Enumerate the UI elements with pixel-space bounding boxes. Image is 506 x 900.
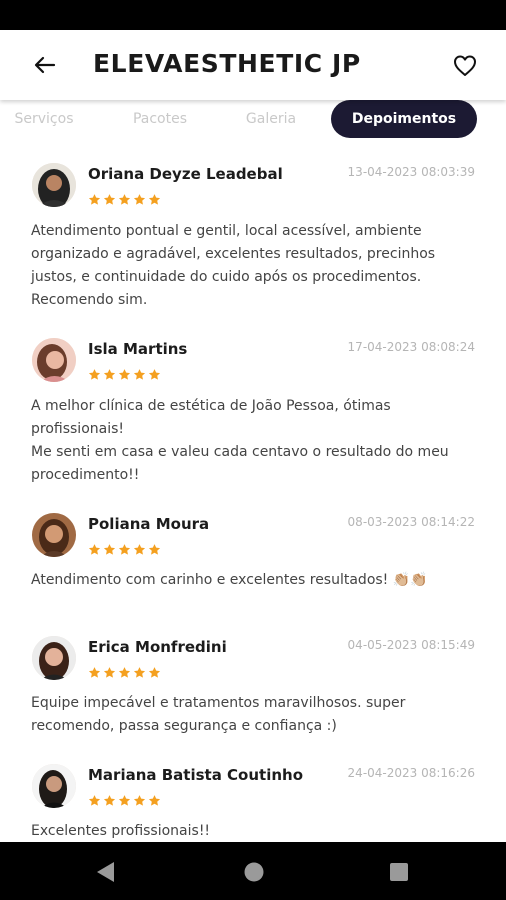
star-icon — [148, 544, 161, 555]
star-icon — [148, 795, 161, 806]
star-icon — [133, 795, 146, 806]
star-icon — [148, 667, 161, 678]
star-icon — [118, 544, 131, 555]
tab-bar: Serviços Pacotes Galeria Depoimentos — [0, 96, 506, 140]
app-header: ELEVAESTHETIC JP — [0, 30, 506, 100]
heart-outline-icon[interactable] — [450, 50, 480, 80]
circle-home-icon[interactable] — [241, 859, 267, 885]
reviewer-name: Oriana Deyze Leadebal — [88, 165, 283, 183]
review-text: Equipe impecável e tratamentos maravilho… — [31, 695, 406, 734]
star-icon — [88, 544, 101, 555]
reviewer-name: Erica Monfredini — [88, 638, 227, 656]
star-icon — [103, 667, 116, 678]
review-date: 08-03-2023 08:14:22 — [347, 515, 475, 529]
star-icon — [133, 194, 146, 205]
star-icon — [88, 369, 101, 380]
avatar — [32, 636, 76, 680]
status-bar — [0, 0, 506, 30]
review-text: Atendimento com carinho e excelentes res… — [31, 572, 428, 588]
star-icon — [118, 795, 131, 806]
triangle-back-icon[interactable] — [93, 859, 119, 885]
avatar — [32, 338, 76, 382]
reviewer-name: Poliana Moura — [88, 515, 210, 533]
review-date: 24-04-2023 08:16:26 — [347, 766, 475, 780]
star-icon — [88, 194, 101, 205]
square-recents-icon[interactable] — [386, 859, 412, 885]
review-date: 13-04-2023 08:03:39 — [347, 165, 475, 179]
review-date: 17-04-2023 08:08:24 — [347, 340, 475, 354]
review-date: 04-05-2023 08:15:49 — [347, 638, 475, 652]
star-icon — [103, 194, 116, 205]
rating-stars — [88, 794, 161, 808]
review-text: Excelentes profissionais!! — [31, 823, 211, 839]
avatar — [32, 764, 76, 808]
review-text: Atendimento pontual e gentil, local aces… — [31, 223, 436, 308]
tab-galeria[interactable]: Galeria — [228, 100, 314, 138]
star-icon — [133, 667, 146, 678]
rating-stars — [88, 193, 161, 207]
star-icon — [103, 369, 116, 380]
app-title: ELEVAESTHETIC JP — [93, 49, 361, 78]
tab-pacotes[interactable]: Pacotes — [113, 100, 207, 138]
avatar — [32, 513, 76, 557]
star-icon — [103, 795, 116, 806]
review-text: A melhor clínica de estética de João Pes… — [31, 398, 449, 483]
reviewer-name: Mariana Batista Coutinho — [88, 766, 304, 784]
star-icon — [103, 544, 116, 555]
reviewer-name: Isla Martins — [88, 340, 188, 358]
star-icon — [88, 667, 101, 678]
star-icon — [148, 369, 161, 380]
star-icon — [148, 194, 161, 205]
star-icon — [133, 544, 146, 555]
rating-stars — [88, 368, 161, 382]
tab-depoimentos[interactable]: Depoimentos — [331, 100, 477, 138]
star-icon — [133, 369, 146, 380]
rating-stars — [88, 666, 161, 680]
star-icon — [118, 667, 131, 678]
system-nav-bar — [0, 842, 506, 900]
avatar — [32, 163, 76, 207]
star-icon — [118, 194, 131, 205]
star-icon — [88, 795, 101, 806]
rating-stars — [88, 543, 161, 557]
star-icon — [118, 369, 131, 380]
tab-servicos[interactable]: Serviços — [0, 100, 88, 138]
arrow-left-icon[interactable] — [30, 50, 60, 80]
